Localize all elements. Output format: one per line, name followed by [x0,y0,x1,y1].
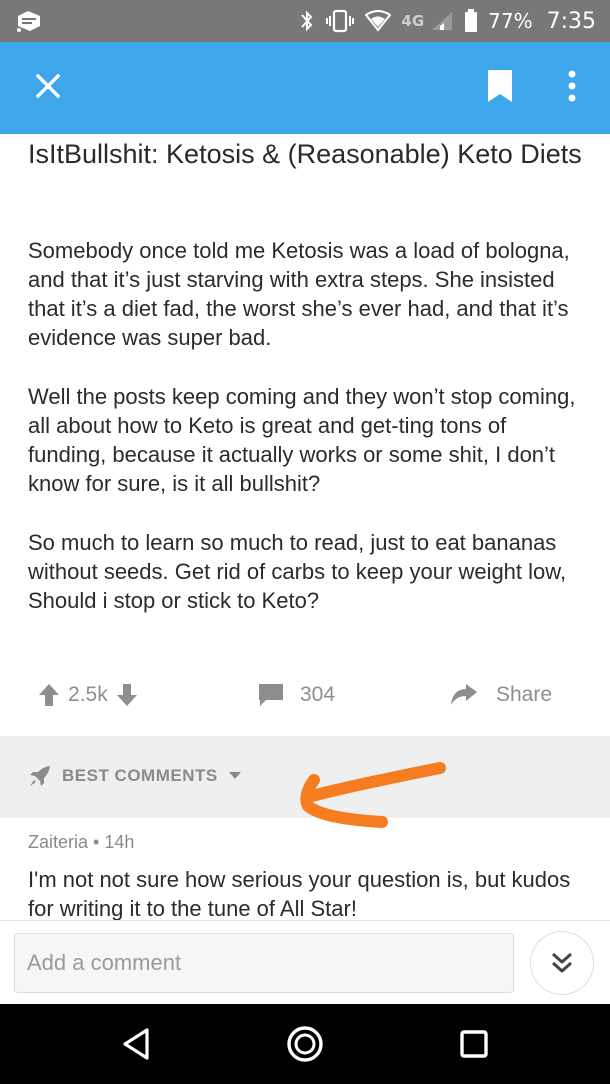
network-type-label: 4G [401,12,425,30]
add-comment-bar [0,920,610,1004]
share-arrow-icon [451,684,477,705]
comment-body: I'm not not sure how serious your questi… [28,867,571,921]
meta-separator: • [93,832,100,852]
comments-button[interactable]: 304 [258,674,335,716]
post-body: Somebody once told me Ketosis was a load… [28,236,588,645]
save-post-button[interactable] [478,64,522,108]
signal-icon [430,10,454,32]
downvote-arrow-icon [116,684,137,706]
annotation-arrow [300,762,446,828]
post-paragraph: Well the posts keep coming and they won’… [28,384,576,496]
status-icons: 4G 77% 7:35 [299,0,596,42]
comment-item: Zaiteria • 14h I'm not not sure how seri… [28,832,588,923]
home-icon [287,1026,323,1062]
upvote-button[interactable] [38,683,60,707]
app-bar [0,42,610,134]
comment-meta: Zaiteria • 14h [28,832,588,853]
more-vert-icon [568,70,576,102]
recents-icon [460,1030,488,1058]
bookmark-icon [488,70,512,102]
post-title: IsItBullshit: Ketosis & (Reasonable) Ket… [28,139,582,169]
vote-controls: 2.5k [38,674,138,716]
battery-percent: 77% [488,9,533,33]
clock: 7:35 [546,8,596,34]
add-comment-input[interactable] [14,933,514,993]
status-bar: 4G 77% 7:35 [0,0,610,42]
vote-score: 2.5k [68,683,108,706]
system-nav-bar [0,1004,610,1084]
post-paragraph: Somebody once told me Ketosis was a load… [28,238,570,350]
post-actions: 2.5k 304 Share [0,674,610,716]
battery-icon [464,9,478,33]
vibrate-icon [325,9,355,33]
wifi-icon [365,10,392,32]
share-label: Share [496,683,553,706]
comment-sort-dropdown[interactable]: BEST COMMENTS [28,760,242,792]
sort-label: BEST COMMENTS [62,766,218,785]
close-button[interactable] [26,64,70,108]
comment-count: 304 [300,683,336,706]
close-icon [35,73,61,99]
downvote-button[interactable] [116,683,138,707]
rocket-icon [30,766,50,786]
post-paragraph: So much to learn so much to read, just t… [28,530,567,613]
nav-home-button[interactable] [281,1020,329,1068]
more-options-button[interactable] [552,64,592,108]
dropdown-caret-icon [228,772,241,779]
comment-author[interactable]: Zaiteria [28,832,88,852]
nav-back-button[interactable] [112,1020,160,1068]
jump-to-next-comment-button[interactable] [530,931,594,995]
share-button[interactable]: Share [450,674,552,716]
back-icon [123,1028,149,1060]
comment-bubble-icon [259,684,283,706]
double-chevron-down-icon [552,952,572,973]
bluetooth-icon [299,9,315,33]
nav-recents-button[interactable] [450,1020,498,1068]
comment-age: 14h [104,832,135,852]
upvote-arrow-icon [39,684,59,706]
notification-icon [14,8,44,38]
